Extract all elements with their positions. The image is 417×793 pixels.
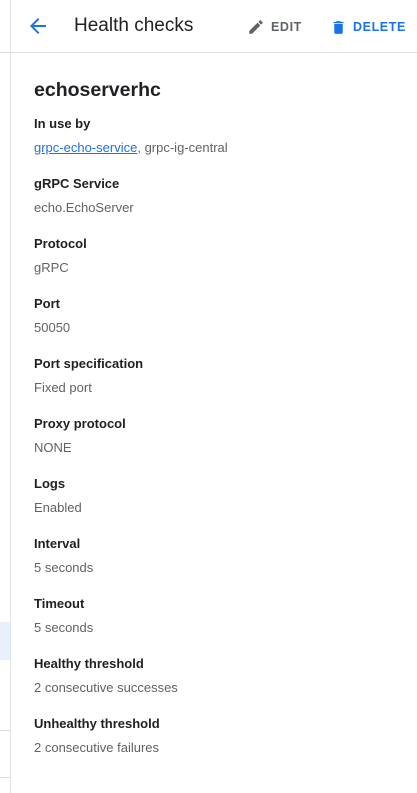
delete-button[interactable]: DELETE [330, 16, 406, 38]
field-value: grpc-echo-service, grpc-ig-central [34, 140, 404, 156]
field-label: Port specification [34, 356, 144, 371]
field-label: Unhealthy threshold [34, 716, 160, 731]
field-unhealthy-threshold: Unhealthy threshold 2 consecutive failur… [34, 716, 404, 776]
field-label: Protocol [34, 236, 87, 251]
in-use-by-other: grpc-ig-central [144, 140, 228, 155]
field-value: 2 consecutive successes [34, 680, 178, 695]
edit-button-label: EDIT [271, 20, 302, 34]
field-label: Port [34, 296, 60, 311]
field-label: gRPC Service [34, 176, 120, 191]
edit-button[interactable]: EDIT [247, 16, 302, 38]
in-use-by-link[interactable]: grpc-echo-service [34, 140, 137, 155]
field-interval: Interval 5 seconds [34, 536, 404, 596]
field-label: Interval [34, 536, 81, 551]
details-panel: echoserverhc In use by grpc-echo-service… [34, 78, 404, 776]
field-logs: Logs Enabled [34, 476, 404, 536]
field-label: Healthy threshold [34, 656, 144, 671]
field-value: echo.EchoServer [34, 200, 134, 215]
page-header: Health checks EDIT DELETE [11, 0, 417, 53]
field-label: Timeout [34, 596, 85, 611]
nav-divider [0, 730, 10, 731]
back-button[interactable] [26, 14, 50, 38]
field-value: gRPC [34, 260, 69, 275]
field-grpc-service: gRPC Service echo.EchoServer [34, 176, 404, 236]
resource-name: echoserverhc [34, 79, 161, 101]
field-value: 2 consecutive failures [34, 740, 160, 755]
trash-icon [333, 20, 344, 34]
in-use-by-separator: , [137, 140, 145, 155]
pencil-icon [249, 20, 263, 34]
nav-divider [0, 52, 10, 53]
field-label: In use by [34, 116, 91, 131]
field-protocol: Protocol gRPC [34, 236, 404, 296]
field-value: NONE [34, 440, 72, 455]
field-value: 50050 [34, 320, 71, 335]
field-value: 5 seconds [34, 620, 94, 635]
field-label: Proxy protocol [34, 416, 126, 431]
field-timeout: Timeout 5 seconds [34, 596, 404, 656]
field-value: Fixed port [34, 380, 92, 395]
field-value: 5 seconds [34, 560, 94, 575]
field-in-use-by: In use by grpc-echo-service, grpc-ig-cen… [34, 116, 404, 176]
arrow-back-icon [30, 18, 46, 34]
field-proxy-protocol: Proxy protocol NONE [34, 416, 404, 476]
nav-selected-item[interactable] [0, 622, 10, 660]
field-healthy-threshold: Healthy threshold 2 consecutive successe… [34, 656, 404, 716]
nav-divider [0, 777, 10, 778]
field-value: Enabled [34, 500, 82, 515]
delete-button-label: DELETE [353, 20, 406, 34]
field-label: Logs [34, 476, 66, 491]
left-nav-strip [0, 0, 11, 793]
page-title: Health checks [74, 15, 194, 36]
field-port: Port 50050 [34, 296, 404, 356]
field-port-specification: Port specification Fixed port [34, 356, 404, 416]
